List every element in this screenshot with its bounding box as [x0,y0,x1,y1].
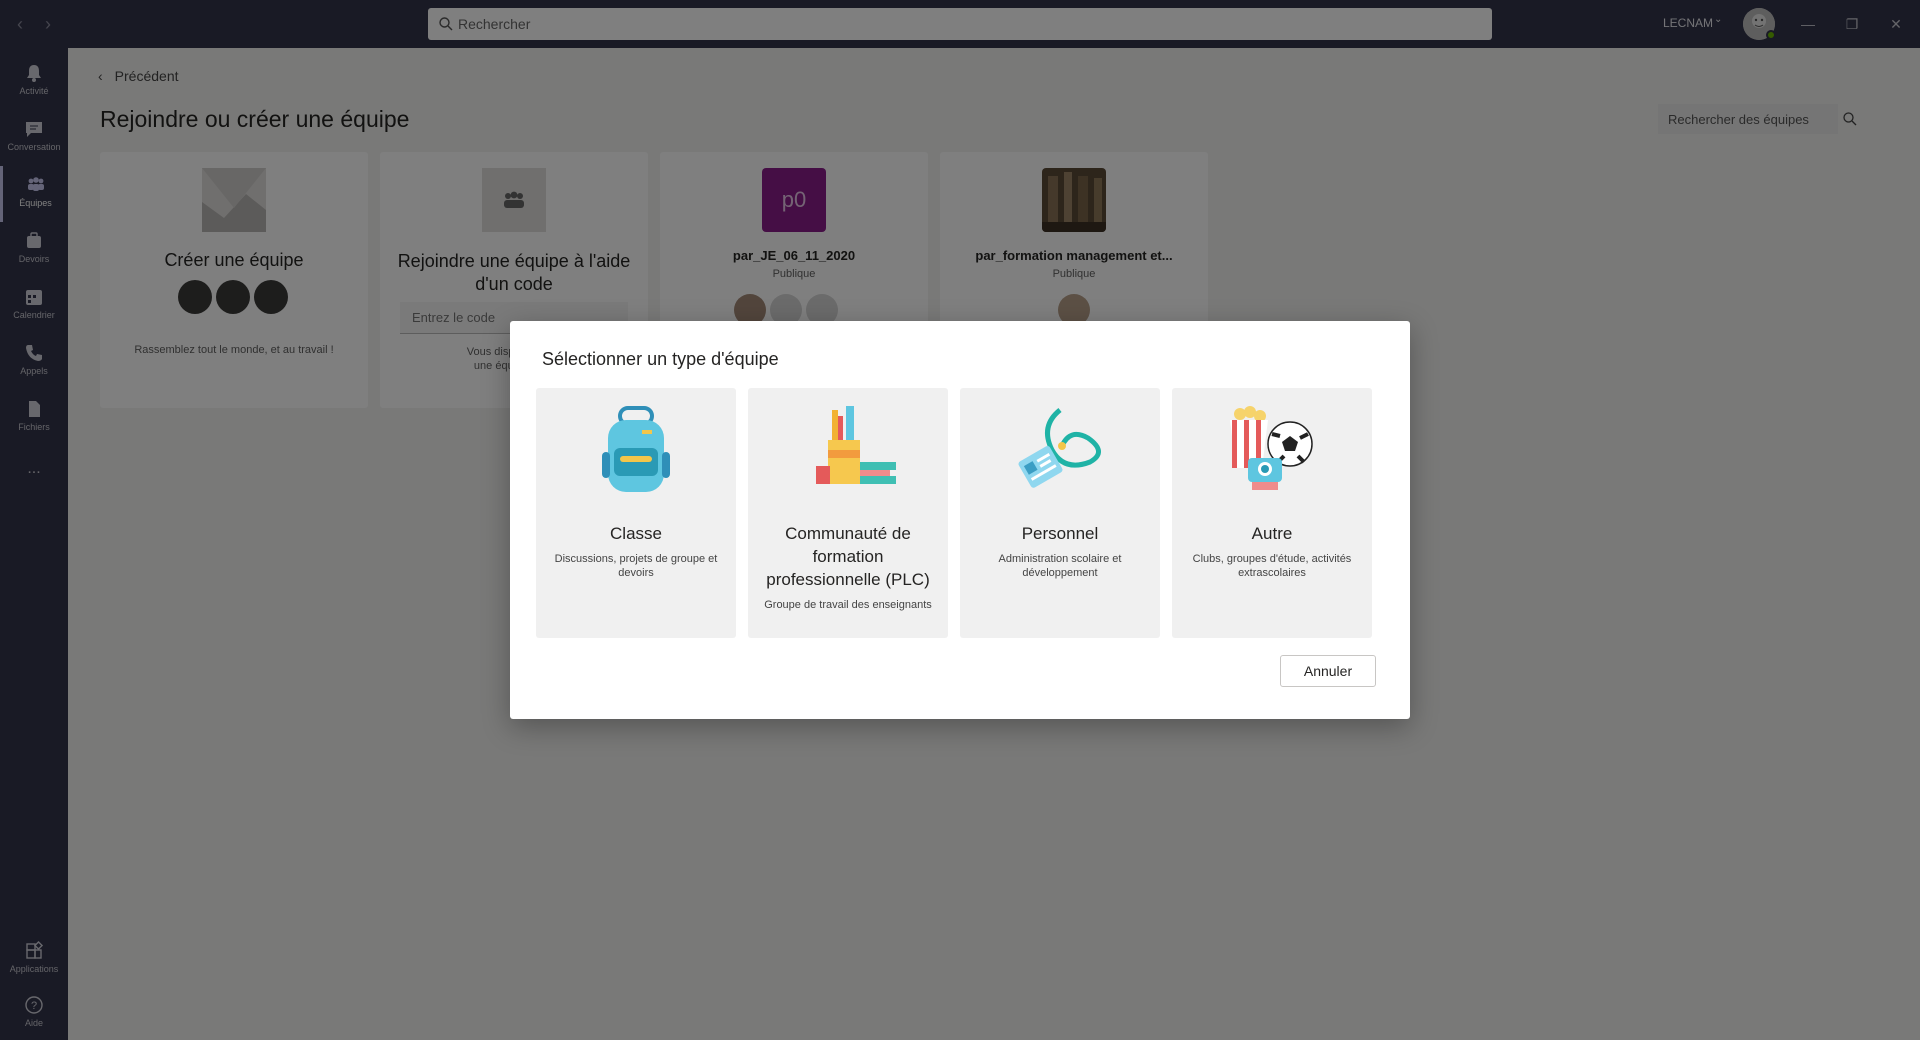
team-type-autre[interactable]: Autre Clubs, groupes d'étude, activités … [1172,388,1372,638]
team-type-name: Classe [610,524,662,543]
team-type-classe[interactable]: Classe Discussions, projets de groupe et… [536,388,736,638]
pencil-cup-books-icon [816,406,896,484]
team-type-personnel[interactable]: Personnel Administration scolaire et dév… [960,388,1160,638]
backpack-icon [602,406,670,492]
dialog-title: Sélectionner un type d'équipe [542,349,779,369]
team-type-name: Autre [1251,524,1293,543]
popcorn-soccer-camera-icon [1230,406,1313,490]
cancel-button[interactable]: Annuler [1280,655,1376,687]
team-type-desc: Groupe de travail des enseignants [764,599,932,611]
team-type-desc: Clubs, groupes d'étude, activités extras… [1192,553,1352,579]
team-type-plc[interactable]: Communauté de formation professionnelle … [748,388,948,638]
lanyard-badge-icon [1018,408,1101,488]
team-type-name: Communauté de formation professionnelle … [766,524,930,589]
team-type-name: Personnel [1021,524,1099,543]
team-type-desc: Discussions, projets de groupe et devoir… [554,553,718,579]
team-type-desc: Administration scolaire et développement [998,553,1122,579]
select-team-type-dialog: Sélectionner un type d'équipe Classe Dis… [510,321,1410,719]
